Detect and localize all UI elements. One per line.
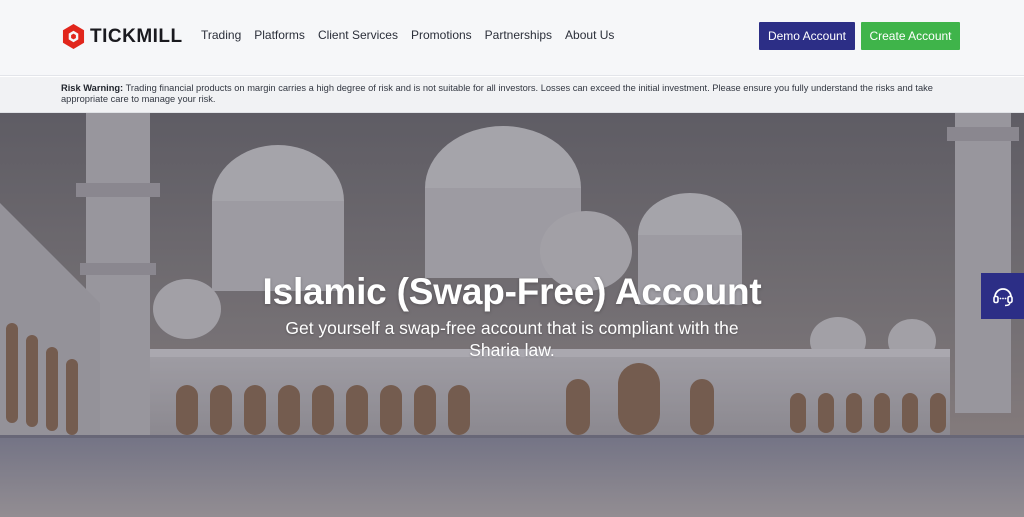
mosque-background-image [0,113,1024,517]
nav-item-trading[interactable]: Trading [201,28,241,42]
nav-item-about-us[interactable]: About Us [565,28,614,42]
nav-item-client-services[interactable]: Client Services [318,28,398,42]
main-nav: Trading Platforms Client Services Promot… [201,28,627,42]
risk-warning-text: Trading financial products on margin car… [61,83,933,104]
nav-item-partnerships[interactable]: Partnerships [485,28,552,42]
brand-name: TICKMILL [90,25,183,47]
brand-logo[interactable]: TICKMILL [62,24,183,49]
site-header: TICKMILL Trading Platforms Client Servic… [0,0,1024,76]
risk-warning-bar: Risk Warning: Trading financial products… [0,77,1024,113]
nav-item-platforms[interactable]: Platforms [254,28,305,42]
hero-banner: Islamic (Swap-Free) Account Get yourself… [0,113,1024,517]
demo-account-button[interactable]: Demo Account [759,22,855,50]
headset-icon [992,288,1013,307]
support-chat-button[interactable] [981,273,1024,319]
create-account-button[interactable]: Create Account [861,22,960,50]
hero-title: Islamic (Swap-Free) Account [262,271,762,312]
nav-item-promotions[interactable]: Promotions [411,28,472,42]
hero-subtitle: Get yourself a swap-free account that is… [285,318,739,360]
risk-warning-label: Risk Warning: [61,83,124,93]
tickmill-logo-icon [62,24,85,49]
